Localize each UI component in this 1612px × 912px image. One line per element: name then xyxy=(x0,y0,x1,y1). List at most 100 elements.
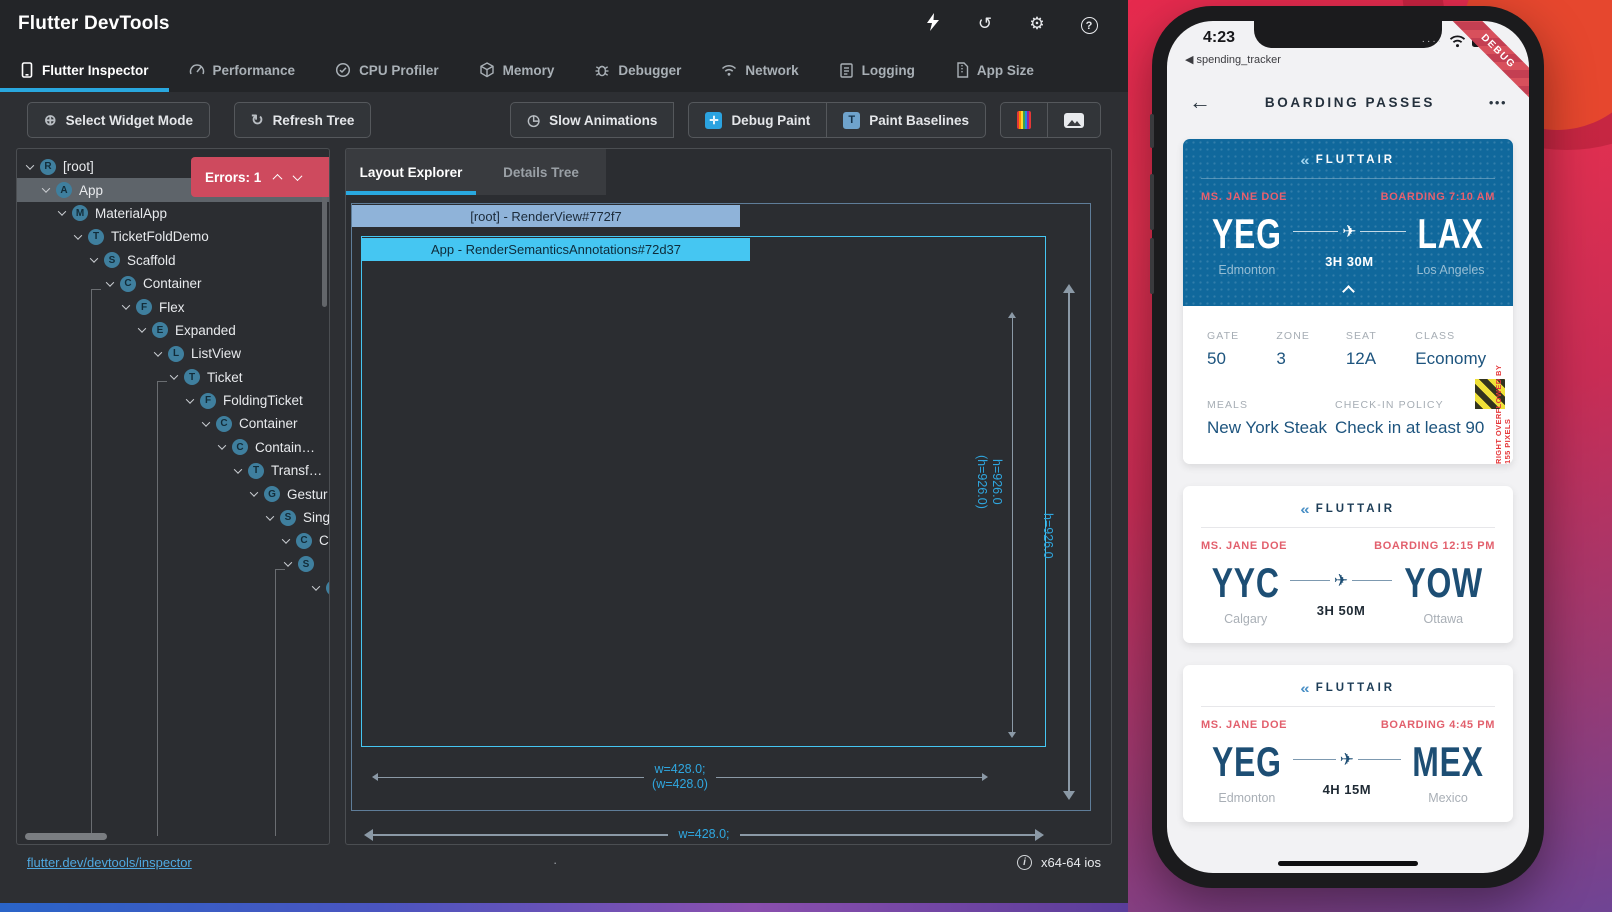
next-error-icon[interactable] xyxy=(293,171,303,181)
destination-code: MEX xyxy=(1412,741,1483,783)
tree-guide-line xyxy=(275,569,276,836)
tab-network[interactable]: Network xyxy=(701,48,818,92)
destination-code: YOW xyxy=(1404,562,1483,604)
passenger-name: MS. JANE DOE xyxy=(1201,191,1287,203)
tree-row-scaffold[interactable]: SScaffold xyxy=(17,249,329,272)
docs-link[interactable]: flutter.dev/devtools/inspector xyxy=(27,855,192,870)
widget-tree: R[root] AApp MMaterialApp TTicketFoldDem… xyxy=(17,155,329,599)
origin-city: Edmonton xyxy=(1201,791,1293,805)
plane-icon: ✈ xyxy=(1334,572,1348,589)
info-icon[interactable]: i xyxy=(1017,855,1032,870)
slow-animations-button[interactable]: ◷ Slow Animations xyxy=(510,102,674,138)
tree-row-container3[interactable]: CContain… xyxy=(17,436,329,459)
ticket-header-blue: « FLUTTAIR MS. JANE DOE BOARDING 7:10 AM… xyxy=(1183,139,1513,306)
tree-row-transform[interactable]: TTransf… xyxy=(17,459,329,482)
debug-paint-icon: ✛ xyxy=(705,112,722,129)
tree-row-foldingticket[interactable]: FFoldingTicket xyxy=(17,389,329,412)
collapse-chevron-icon[interactable] xyxy=(1342,285,1355,298)
passenger-name: MS. JANE DOE xyxy=(1201,719,1287,731)
tree-row-singlechild[interactable]: SSingl xyxy=(17,506,329,529)
tree-row-expanded[interactable]: EExpanded xyxy=(17,319,329,342)
more-options-button[interactable]: ••• xyxy=(1489,95,1507,110)
origin-code: YEG xyxy=(1212,213,1282,255)
debug-paint-button[interactable]: ✛ Debug Paint xyxy=(688,102,827,138)
tree-row-gesturedetector[interactable]: GGestur… xyxy=(17,482,329,505)
tree-vertical-scrollbar[interactable] xyxy=(322,187,327,307)
tree-row-listview[interactable]: LListView xyxy=(17,342,329,365)
repaint-rainbow-icon xyxy=(1017,111,1031,129)
tab-layout-explorer[interactable]: Layout Explorer xyxy=(346,149,476,195)
cellular-signal-icon: ···· xyxy=(1422,36,1443,47)
app-rendersemantics-box[interactable] xyxy=(361,236,1046,747)
tree-row-ticketfolddemo[interactable]: TTicketFoldDemo xyxy=(17,225,329,248)
paint-baselines-button[interactable]: T Paint Baselines xyxy=(827,102,986,138)
settings-gear-icon[interactable]: ⚙ xyxy=(1026,14,1048,34)
app-size-file-icon xyxy=(955,62,969,78)
outer-height-label: h=926.0 xyxy=(1040,513,1055,559)
class-label: CLASS xyxy=(1415,330,1489,342)
back-to-app-label[interactable]: ◀ spending_tracker xyxy=(1185,53,1281,66)
tab-logging[interactable]: Logging xyxy=(819,48,935,92)
help-question-glyph: ? xyxy=(1081,17,1098,34)
tab-details-tree[interactable]: Details Tree xyxy=(476,149,606,195)
silence-switch[interactable] xyxy=(1150,114,1154,148)
hot-reload-bolt-icon[interactable] xyxy=(922,13,944,36)
paint-toggle-group: ✛ Debug Paint T Paint Baselines xyxy=(688,102,986,138)
flight-duration: 3H 50M xyxy=(1290,603,1391,618)
tab-debugger[interactable]: Debugger xyxy=(574,48,701,92)
app-title: Flutter DevTools xyxy=(18,13,170,35)
inner-width-label: w=428.0; (w=428.0) xyxy=(644,762,716,792)
desktop-gradient-strip xyxy=(0,903,1128,912)
render-toggle-group xyxy=(1000,102,1101,138)
boarding-pass-card-1[interactable]: « FLUTTAIR MS. JANE DOE BOARDING 7:10 AM… xyxy=(1183,139,1513,464)
phone-app-bar: ← BOARDING PASSES ••• xyxy=(1167,79,1529,125)
origin-code: YEG xyxy=(1212,741,1282,783)
devtools-tab-bar: Flutter Inspector Performance CPU Profil… xyxy=(0,48,1128,92)
tab-flutter-inspector[interactable]: Flutter Inspector xyxy=(0,48,169,92)
clock: 4:23 xyxy=(1203,29,1235,47)
tab-performance[interactable]: Performance xyxy=(169,48,316,92)
tree-row-co[interactable]: CCo xyxy=(17,529,329,552)
gate-value: 50 xyxy=(1207,349,1268,369)
tree-row-flex[interactable]: FFlex xyxy=(17,295,329,318)
overflow-error-text: RIGHT OVERFLOWED BY 155 PIXELS xyxy=(1494,364,1512,464)
home-indicator[interactable] xyxy=(1278,861,1418,866)
tab-cpu-profiler[interactable]: CPU Profiler xyxy=(315,48,459,92)
tree-row-materialapp[interactable]: MMaterialApp xyxy=(17,202,329,225)
tree-row-ticket[interactable]: TTicket xyxy=(17,366,329,389)
layout-panel: Layout Explorer Details Tree [root] - Re… xyxy=(345,148,1112,845)
tree-horizontal-scrollbar[interactable] xyxy=(25,833,107,840)
tree-row-partial[interactable]: C xyxy=(17,576,329,599)
tab-memory[interactable]: Memory xyxy=(459,48,575,92)
logging-clipboard-icon xyxy=(839,62,854,78)
back-arrow-button[interactable]: ← xyxy=(1189,89,1211,115)
boarding-pass-card-3[interactable]: « FLUTTAIR MS. JANE DOE BOARDING 4:45 PM… xyxy=(1183,665,1513,822)
image-icon xyxy=(1064,113,1084,128)
volume-down-button[interactable] xyxy=(1150,238,1154,294)
refresh-tree-button[interactable]: ↻ Refresh Tree xyxy=(234,102,371,138)
root-renderview-label[interactable]: [root] - RenderView#772f7 xyxy=(352,205,740,227)
airline-name: FLUTTAIR xyxy=(1316,503,1395,515)
errors-badge[interactable]: Errors: 1 xyxy=(191,157,329,197)
desktop-background: DEBUG 4:23 ◀ spending_tracker ···· ← BOA… xyxy=(1128,0,1612,912)
inner-height-label: h=926.0 (h=926.0) xyxy=(974,455,1004,509)
repaint-rainbow-button[interactable] xyxy=(1000,102,1048,138)
inspector-main: R[root] AApp MMaterialApp TTicketFoldDem… xyxy=(0,148,1128,845)
header-actions: ↺ ⚙ ? xyxy=(922,13,1110,36)
tree-row-s[interactable]: S xyxy=(17,553,329,576)
previous-error-icon[interactable] xyxy=(273,173,283,183)
tree-row-container[interactable]: CContainer xyxy=(17,272,329,295)
select-widget-mode-button[interactable]: ⊕ Select Widget Mode xyxy=(27,102,210,138)
tab-app-size[interactable]: App Size xyxy=(935,48,1054,92)
debug-banner-button[interactable] xyxy=(1048,102,1101,138)
inner-width-arrow: w=428.0; (w=428.0) xyxy=(372,762,988,792)
help-icon[interactable]: ? xyxy=(1078,14,1100,35)
app-rendersemantics-label[interactable]: App - RenderSemanticsAnnotations#72d37 xyxy=(362,238,750,261)
paint-baselines-icon: T xyxy=(843,112,860,129)
boarding-pass-card-2[interactable]: « FLUTTAIR MS. JANE DOE BOARDING 12:15 P… xyxy=(1183,486,1513,643)
devtools-status-bar: flutter.dev/devtools/inspector · i x64-6… xyxy=(0,845,1128,880)
boarding-time: BOARDING 7:10 AM xyxy=(1381,191,1495,203)
history-icon[interactable]: ↺ xyxy=(974,14,996,34)
volume-up-button[interactable] xyxy=(1150,174,1154,230)
tree-row-container2[interactable]: CContainer xyxy=(17,412,329,435)
